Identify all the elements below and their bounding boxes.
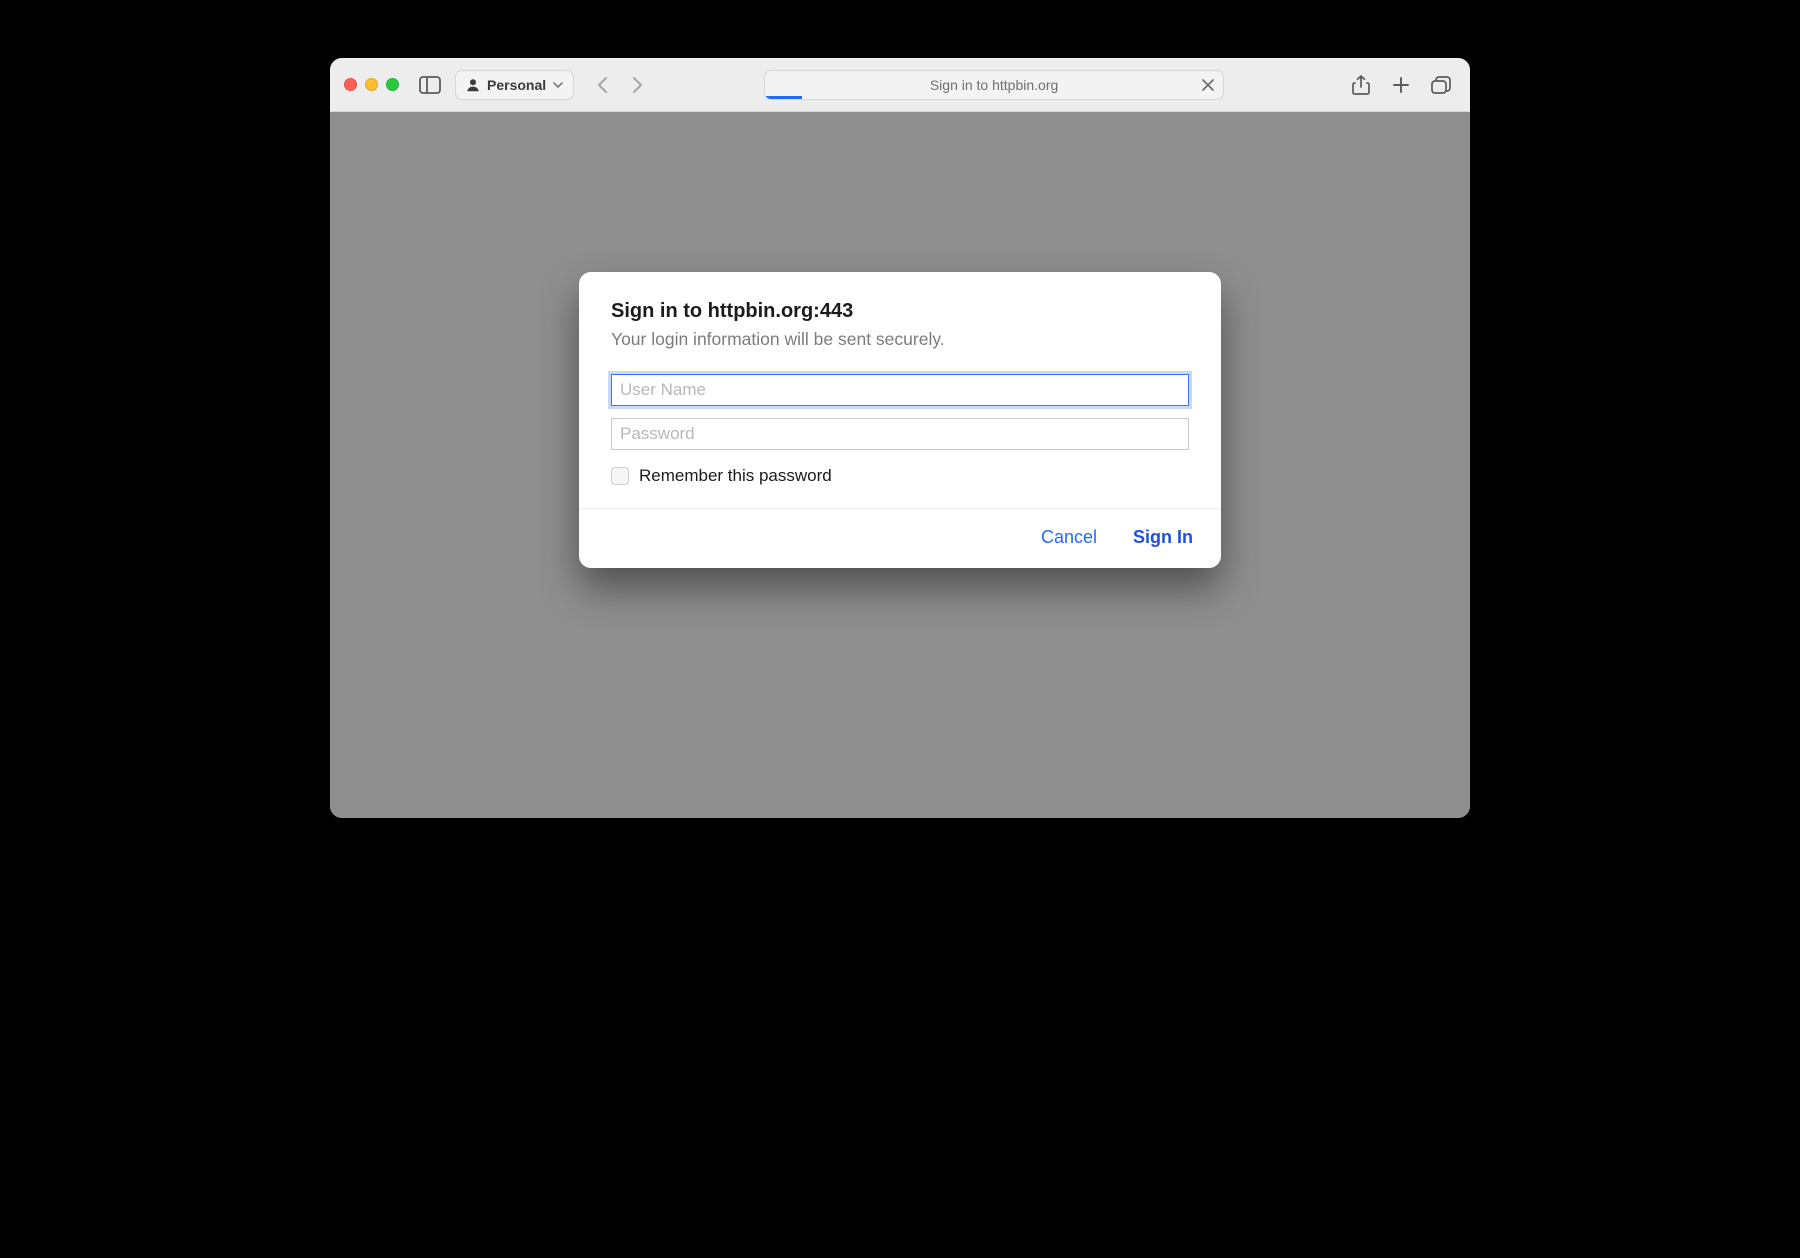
forward-button[interactable]: [622, 70, 652, 100]
chevron-right-icon: [630, 76, 644, 94]
sidebar-icon: [419, 76, 441, 94]
address-bar[interactable]: Sign in to httpbin.org: [764, 70, 1224, 100]
chevron-left-icon: [596, 76, 610, 94]
toolbar: Personal Sign in to httpbin.org: [330, 58, 1470, 112]
username-field[interactable]: [611, 374, 1189, 406]
tab-overview-button[interactable]: [1426, 70, 1456, 100]
profile-label: Personal: [487, 77, 546, 93]
close-icon: [1201, 78, 1215, 92]
sidebar-toggle-button[interactable]: [415, 70, 445, 100]
fullscreen-window-button[interactable]: [386, 78, 399, 91]
page-load-progress: [765, 96, 802, 99]
page-content-area: Sign in to httpbin.org:443 Your login in…: [330, 112, 1470, 818]
remember-checkbox[interactable]: [611, 467, 629, 485]
browser-window: Personal Sign in to httpbin.org: [330, 58, 1470, 818]
chevron-down-icon: [553, 81, 563, 89]
cancel-button[interactable]: Cancel: [1037, 523, 1101, 552]
password-field[interactable]: [611, 418, 1189, 450]
profile-button[interactable]: Personal: [455, 70, 574, 100]
minimize-window-button[interactable]: [365, 78, 378, 91]
auth-dialog: Sign in to httpbin.org:443 Your login in…: [579, 272, 1221, 568]
stop-reload-button[interactable]: [1201, 78, 1215, 92]
dialog-subtitle: Your login information will be sent secu…: [611, 329, 1189, 350]
remember-label: Remember this password: [639, 466, 832, 486]
dialog-title: Sign in to httpbin.org:443: [611, 300, 1189, 323]
back-button[interactable]: [588, 70, 618, 100]
navigation-buttons: [588, 70, 652, 100]
share-button[interactable]: [1346, 70, 1376, 100]
remember-row: Remember this password: [611, 466, 1189, 486]
dialog-actions: Cancel Sign In: [579, 508, 1221, 568]
person-icon: [466, 78, 480, 92]
share-icon: [1352, 75, 1370, 95]
signin-button[interactable]: Sign In: [1129, 523, 1197, 552]
tabs-icon: [1431, 76, 1451, 94]
new-tab-button[interactable]: [1386, 70, 1416, 100]
close-window-button[interactable]: [344, 78, 357, 91]
plus-icon: [1392, 76, 1410, 94]
window-controls: [344, 78, 399, 91]
toolbar-right: [1346, 70, 1456, 100]
address-text: Sign in to httpbin.org: [930, 77, 1058, 93]
